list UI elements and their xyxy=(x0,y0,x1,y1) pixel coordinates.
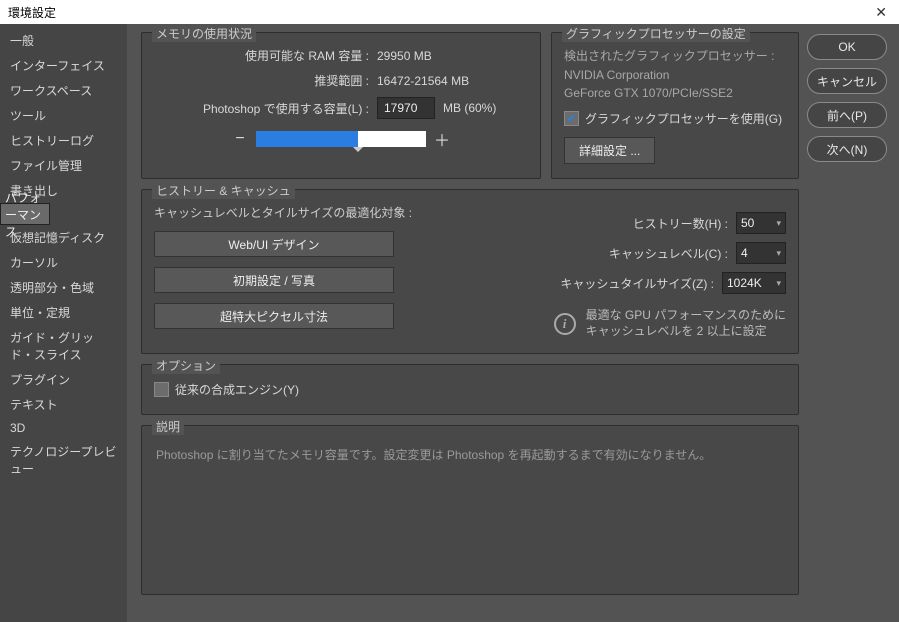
photoshop-usage-input[interactable] xyxy=(377,97,435,119)
memory-usage-group: メモリの使用状況 使用可能な RAM 容量 : 29950 MB 推奨範囲 : … xyxy=(141,32,541,179)
description-title: 説明 xyxy=(152,418,184,435)
history-title: ヒストリー & キャッシュ xyxy=(152,182,295,199)
sidebar-item[interactable]: 単位・定規 xyxy=(0,300,127,325)
slider-increase-icon[interactable]: ＋ xyxy=(434,127,450,151)
slider-handle-icon[interactable] xyxy=(353,147,363,157)
content-pane: メモリの使用状況 使用可能な RAM 容量 : 29950 MB 推奨範囲 : … xyxy=(127,24,807,622)
history-cache-group: ヒストリー & キャッシュ キャッシュレベルとタイルサイズの最適化対象 : We… xyxy=(141,189,799,354)
chevron-down-icon: ▾ xyxy=(776,278,781,289)
dialog-buttons: OK キャンセル 前へ(P) 次へ(N) xyxy=(807,24,899,622)
available-ram-label: 使用可能な RAM 容量 : xyxy=(154,47,369,64)
chevron-down-icon: ▾ xyxy=(776,248,781,259)
sidebar: 一般インターフェイスワークスペースツールヒストリーログファイル管理書き出しパフォ… xyxy=(0,24,127,622)
legacy-compositing-label: 従来の合成エンジン(Y) xyxy=(175,381,299,398)
info-icon: i xyxy=(554,313,576,335)
sidebar-item[interactable]: ヒストリーログ xyxy=(0,128,127,153)
sidebar-item[interactable]: ワークスペース xyxy=(0,78,127,103)
sidebar-item[interactable]: カーソル xyxy=(0,250,127,275)
dialog-title: 環境設定 xyxy=(8,4,56,21)
optimize-for-label: キャッシュレベルとタイルサイズの最適化対象 : xyxy=(154,204,412,221)
ok-button[interactable]: OK xyxy=(807,34,887,60)
use-gpu-label: グラフィックプロセッサーを使用(G) xyxy=(585,110,782,127)
memory-slider[interactable] xyxy=(256,131,426,147)
photoshop-usage-suffix: MB (60%) xyxy=(443,101,496,115)
sidebar-item[interactable]: プラグイン xyxy=(0,367,127,392)
cancel-button[interactable]: キャンセル xyxy=(807,68,887,94)
sidebar-item[interactable]: テキスト xyxy=(0,392,127,417)
title-bar: 環境設定 ✕ xyxy=(0,0,899,24)
use-gpu-checkbox[interactable]: ✔ xyxy=(564,111,579,126)
info-text: 最適な GPU パフォーマンスのためにキャッシュレベルを 2 以上に設定 xyxy=(586,308,786,339)
preset-web-button[interactable]: Web/UI デザイン xyxy=(154,231,394,257)
description-group: 説明 Photoshop に割り当てたメモリ容量です。設定変更は Photosh… xyxy=(141,425,799,595)
sidebar-item[interactable]: 3D xyxy=(0,417,127,439)
legacy-compositing-checkbox[interactable] xyxy=(154,382,169,397)
preset-default-button[interactable]: 初期設定 / 写真 xyxy=(154,267,394,293)
photoshop-usage-label: Photoshop で使用する容量(L) : xyxy=(154,100,369,117)
recommended-range-value: 16472-21564 MB xyxy=(377,74,469,88)
recommended-range-label: 推奨範囲 : xyxy=(154,72,369,89)
description-text: Photoshop に割り当てたメモリ容量です。設定変更は Photoshop … xyxy=(154,440,786,470)
sidebar-item[interactable]: 仮想記憶ディスク xyxy=(0,225,127,250)
options-group: オプション 従来の合成エンジン(Y) xyxy=(141,364,799,415)
prev-button[interactable]: 前へ(P) xyxy=(807,102,887,128)
available-ram-value: 29950 MB xyxy=(377,49,432,63)
sidebar-item[interactable]: ファイル管理 xyxy=(0,153,127,178)
sidebar-item[interactable]: テクノロジープレビュー xyxy=(0,439,127,481)
cache-levels-label: キャッシュレベル(C) : xyxy=(609,245,728,262)
next-button[interactable]: 次へ(N) xyxy=(807,136,887,162)
options-title: オプション xyxy=(152,357,220,374)
sidebar-item[interactable]: ガイド・グリッド・スライス xyxy=(0,325,127,367)
gpu-vendor: NVIDIA Corporation xyxy=(564,68,786,82)
chevron-down-icon: ▾ xyxy=(776,218,781,229)
history-states-label: ヒストリー数(H) : xyxy=(633,215,728,232)
sidebar-item[interactable]: パフォーマンス xyxy=(0,203,50,225)
sidebar-item[interactable]: 透明部分・色域 xyxy=(0,275,127,300)
close-icon[interactable]: ✕ xyxy=(871,4,891,21)
sidebar-item[interactable]: 一般 xyxy=(0,28,127,53)
sidebar-item[interactable]: インターフェイス xyxy=(0,53,127,78)
detected-gpu-label: 検出されたグラフィックプロセッサー : xyxy=(564,47,786,64)
preset-huge-button[interactable]: 超特大ピクセル寸法 xyxy=(154,303,394,329)
cache-levels-select[interactable]: 4▾ xyxy=(736,242,786,264)
memory-title: メモリの使用状況 xyxy=(152,25,256,42)
gpu-title: グラフィックプロセッサーの設定 xyxy=(562,25,750,42)
history-states-select[interactable]: 50▾ xyxy=(736,212,786,234)
gpu-card: GeForce GTX 1070/PCIe/SSE2 xyxy=(564,86,786,100)
cache-tile-size-select[interactable]: 1024K▾ xyxy=(722,272,786,294)
sidebar-item[interactable]: ツール xyxy=(0,103,127,128)
gpu-settings-group: グラフィックプロセッサーの設定 検出されたグラフィックプロセッサー : NVID… xyxy=(551,32,799,179)
cache-tile-size-label: キャッシュタイルサイズ(Z) : xyxy=(560,275,714,292)
slider-decrease-icon[interactable]: − xyxy=(232,130,248,148)
gpu-advanced-button[interactable]: 詳細設定 ... xyxy=(564,137,655,164)
